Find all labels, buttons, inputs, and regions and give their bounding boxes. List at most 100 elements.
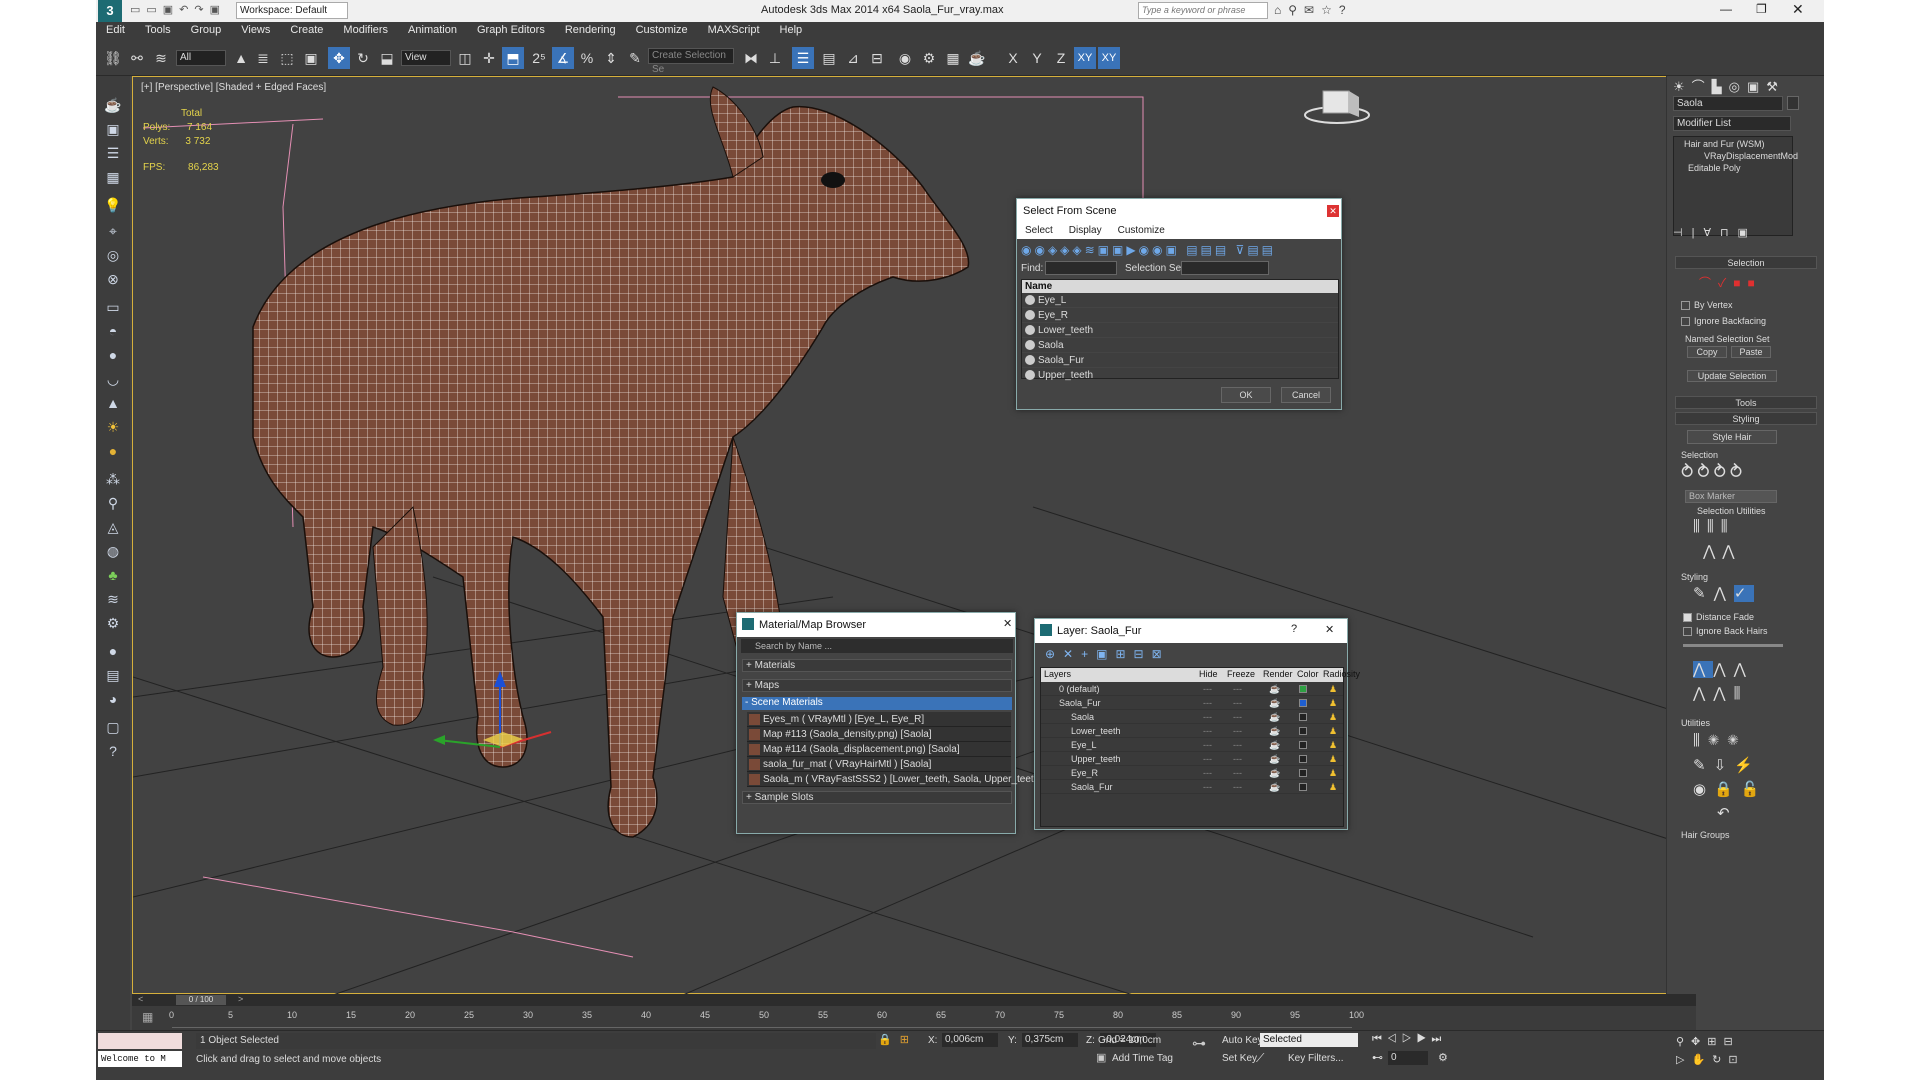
menu-item-customize[interactable]: Customize [626,22,698,36]
named-selection-dropdown[interactable]: Create Selection Se [648,48,734,75]
layer-color-swatch[interactable] [1299,727,1307,735]
selection-filter-dropdown[interactable]: All [176,50,226,66]
object-name-field[interactable]: Saola [1673,96,1783,111]
layer-color-swatch[interactable] [1299,783,1307,791]
app-logo-icon[interactable]: 3 [98,0,122,22]
axis-z-button[interactable]: Z [1050,47,1072,69]
freeze-toggle[interactable]: --- [1233,696,1242,710]
radiosity-icon[interactable]: ♟ [1329,766,1337,780]
sfs-toolbar-icons[interactable]: ◉◉◈◈◈≋▣▣▶◉◉▣ ▤▤▤ ⊽▤▤ [1021,243,1276,257]
add-time-tag[interactable]: Add Time Tag [1112,1053,1173,1064]
layer-row[interactable]: Upper_teeth --- --- ☕ ♟ [1041,752,1343,766]
y-coord-field[interactable]: 0,375cm [1022,1033,1078,1047]
current-frame-field[interactable]: 0 [1388,1051,1428,1065]
time-config-icon[interactable]: ⚙ [1438,1051,1448,1064]
render-production-icon[interactable]: ☕ [966,47,988,69]
object-color-swatch[interactable] [1787,96,1799,110]
copy-button[interactable]: Copy [1687,346,1727,358]
scene-material-row[interactable]: saola_fur_mat ( VRayHairMtl ) [Saola] [747,757,1011,772]
selection-utility-icons[interactable]: ⫼⫼⫼ [1693,518,1735,535]
stack-toolbar-icons[interactable]: ⊣|∀⊓▣ [1673,226,1757,239]
help-icon[interactable]: ? [1291,623,1297,635]
radiosity-icon[interactable]: ♟ [1329,710,1337,724]
stack-item-hair[interactable]: Hair and Fur (WSM) [1684,139,1765,149]
radiosity-icon[interactable]: ♟ [1329,682,1337,696]
globe-icon[interactable]: ◍ [102,540,124,562]
menu-item-graph-editors[interactable]: Graph Editors [467,22,555,36]
rotate-icon[interactable]: ↻ [352,47,374,69]
time-tag-icon[interactable]: ▣ [1096,1051,1106,1064]
scale-icon[interactable]: ⬓ [376,47,398,69]
viewcube[interactable] [1304,90,1370,124]
scene-object-row[interactable]: Lower_teeth [1022,323,1338,338]
spinner-snap-icon[interactable]: ⇕ [600,47,622,69]
infocenter-icons[interactable]: ⌂⚲✉☆? [1274,3,1353,17]
percent-snap-icon[interactable]: % [576,47,598,69]
name-column-header[interactable]: Name [1022,280,1338,293]
perspective-viewport[interactable]: [+] [Perspective] [Shaded + Edged Faces]… [132,76,1693,995]
gear-icon[interactable]: ⚙ [102,612,124,634]
layer-color-swatch[interactable] [1299,713,1307,721]
dome-icon[interactable]: ◓ [102,320,124,342]
ignore-backfacing-checkbox[interactable]: Ignore Backfacing [1681,316,1766,327]
hide-toggle[interactable]: --- [1203,710,1212,724]
scene-material-row[interactable]: Eyes_m ( VRayMtl ) [Eye_L, Eye_R] [747,712,1011,727]
layer-row[interactable]: 0 (default) --- --- ☕ ♟ [1041,682,1343,696]
environment-icon[interactable]: ◕ [102,688,124,710]
select-by-name-icon[interactable]: ≣ [252,47,274,69]
minimize-button[interactable]: — [1720,2,1732,16]
layer-row[interactable]: Eye_L --- --- ☕ ♟ [1041,738,1343,752]
manipulate-icon[interactable]: ✛ [478,47,500,69]
scene-material-row[interactable]: Saola_m ( VRayFastSSS2 ) [Lower_teeth, S… [747,772,1042,787]
layer-toolbar-icons[interactable]: ⊕✕+▣⊞⊟⊠ [1045,647,1170,661]
lock-icons[interactable]: ◉🔒🔓 [1693,780,1767,798]
menu-item-create[interactable]: Create [280,22,333,36]
hair-icon[interactable]: ≋ [102,588,124,610]
hide-toggle[interactable]: --- [1203,780,1212,794]
modifier-list-dropdown[interactable]: Modifier List [1673,116,1791,131]
bowl-icon[interactable]: ◡ [102,368,124,390]
layer-col-hide[interactable]: Hide [1199,669,1218,679]
box-icon[interactable]: ▭ [102,296,124,318]
layer-color-swatch[interactable] [1299,699,1307,707]
key-filters-button[interactable]: Key Filters... [1288,1053,1344,1064]
search-field[interactable]: Type a keyword or phrase [1138,2,1268,19]
unlink-icon[interactable]: ⚯ [126,47,148,69]
key-mode-icon[interactable]: ⟋ [1256,1051,1264,1066]
hide-toggle[interactable]: --- [1203,696,1212,710]
target-icon[interactable]: ◎ [102,244,124,266]
set-key-button[interactable]: Set Key [1222,1053,1257,1064]
layer-row[interactable]: Saola --- --- ☕ ♟ [1041,710,1343,724]
update-selection-button[interactable]: Update Selection [1687,370,1777,382]
menu-item-tools[interactable]: Tools [135,22,181,36]
viewport-label[interactable]: [+] [Perspective] [Shaded + Edged Faces] [141,82,326,93]
layer-col-layers[interactable]: Layers [1044,669,1071,679]
ignore-back-hairs-checkbox[interactable]: Ignore Back Hairs [1683,626,1768,637]
move-icon[interactable]: ✥ [328,47,350,69]
radiosity-icon[interactable]: ♟ [1329,780,1337,794]
keyboard-shortcut-icon[interactable]: ⬒ [502,47,524,69]
list-icon[interactable]: ☰ [102,142,124,164]
workspace-dropdown[interactable]: Workspace: Default [236,2,348,19]
selection-utility-icons-2[interactable]: ⋀⋀ [1703,542,1742,560]
render-setup-icon[interactable]: ⚙ [918,47,940,69]
gold-sphere-icon[interactable]: ● [102,440,124,462]
freeze-toggle[interactable]: --- [1233,710,1242,724]
cone-icon[interactable]: ▲ [102,392,124,414]
style-hair-button[interactable]: Style Hair [1687,430,1777,444]
edit-named-sel-icon[interactable]: ✎ [624,47,646,69]
menu-item-animation[interactable]: Animation [398,22,467,36]
sfs-menu-customize[interactable]: Customize [1110,223,1173,239]
menu-item-rendering[interactable]: Rendering [555,22,626,36]
maximize-button[interactable]: ❐ [1756,2,1767,16]
scripts-icon[interactable]: ▢ [102,716,124,738]
plant-icon[interactable]: ♣ [102,564,124,586]
styling-tool-icons[interactable]: ✎⋀✓ [1693,584,1755,602]
schematic-view-icon[interactable]: ⊟ [866,47,888,69]
menu-item-help[interactable]: Help [770,22,813,36]
find-input[interactable] [1045,261,1117,275]
light-icon[interactable]: 💡 [102,194,124,216]
sphere-icon[interactable]: ● [102,344,124,366]
layer-row[interactable]: Saola_Fur --- --- ☕ ♟ [1041,696,1343,710]
hide-toggle[interactable]: --- [1203,752,1212,766]
